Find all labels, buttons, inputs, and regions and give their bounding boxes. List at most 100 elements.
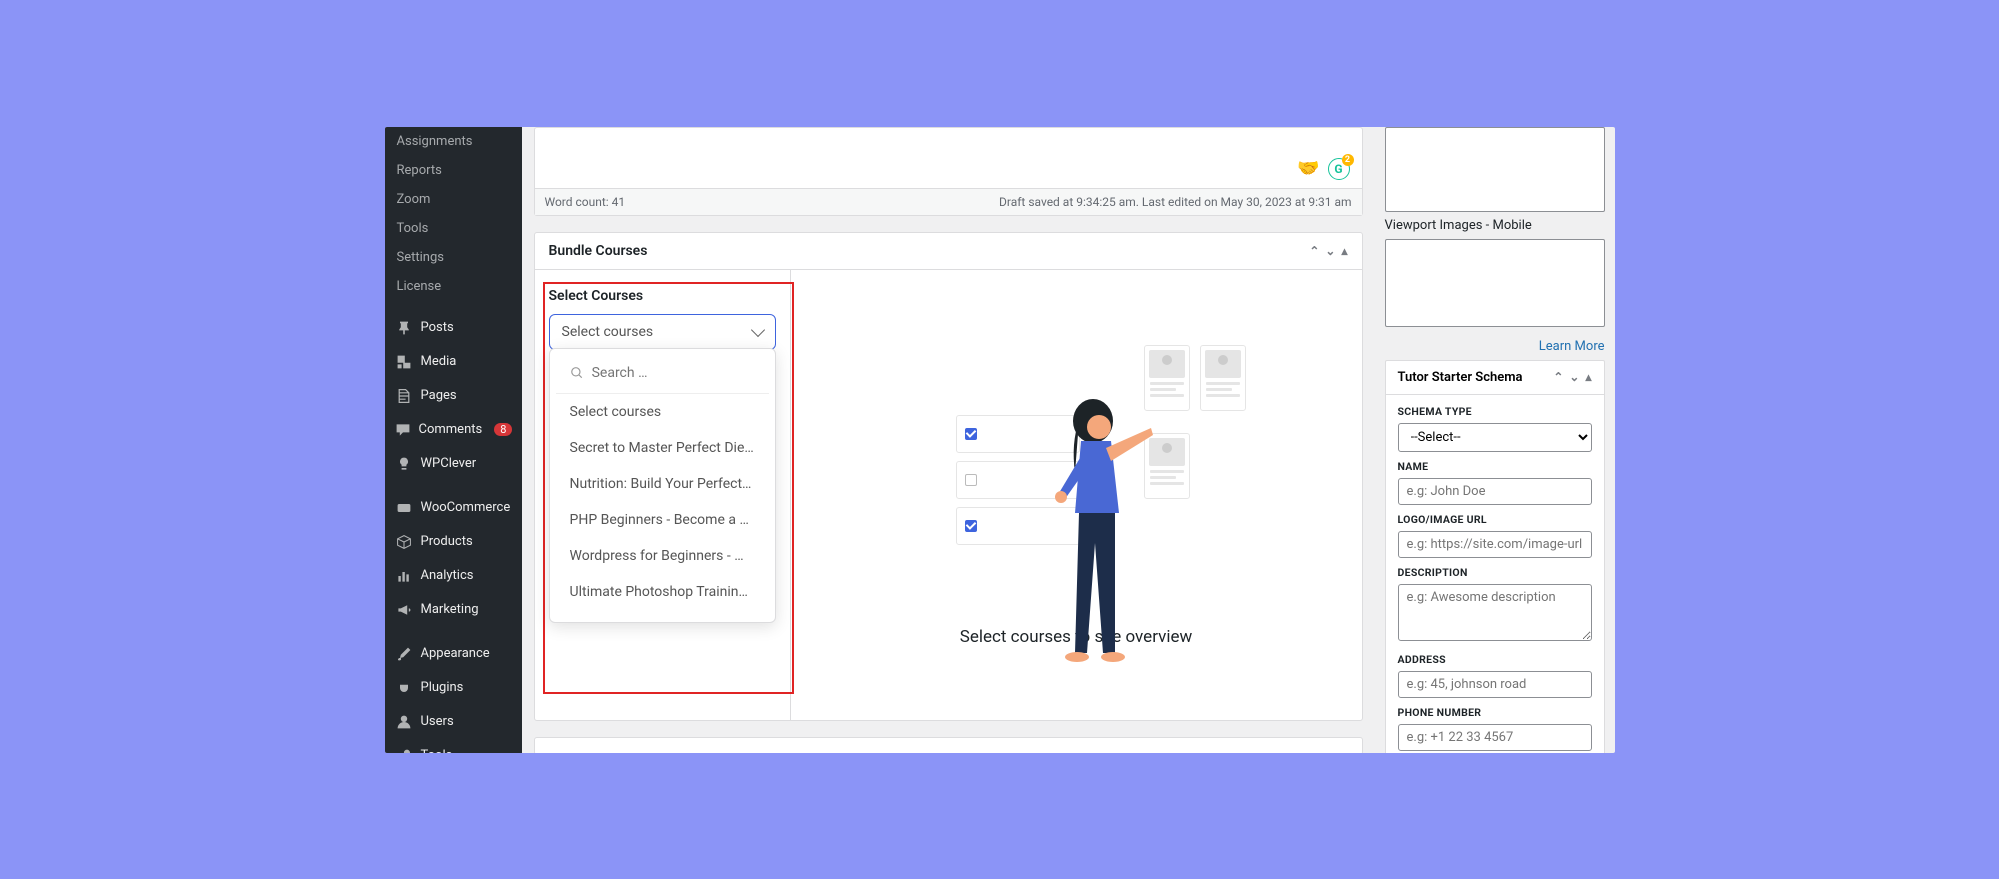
overview-preview: Select courses to see overview: [791, 270, 1362, 720]
sidebar-item-label: Tools: [421, 748, 453, 753]
sidebar-item-label: WPClever: [421, 456, 477, 471]
logo-label: LOGO/IMAGE URL: [1398, 513, 1592, 526]
panel-up-icon[interactable]: ⌃: [1309, 244, 1319, 258]
mega-icon: [395, 601, 413, 619]
course-option-5[interactable]: Ultimate Photoshop Training: Fro…: [550, 574, 775, 610]
bars-icon: [395, 567, 413, 585]
sidebar-subitem-zoom[interactable]: Zoom: [385, 185, 522, 214]
sidebar-item-label: WooCommerce: [421, 500, 511, 515]
panel-title: Bundle Courses: [549, 243, 648, 259]
course-search-input[interactable]: [592, 361, 755, 385]
desc-label: DESCRIPTION: [1398, 566, 1592, 579]
badge: 8: [494, 423, 512, 436]
panel-controls: ⌃ ⌄ ▴: [1309, 244, 1347, 258]
sidebar-item-woocommerce[interactable]: WooCommerce: [385, 491, 522, 525]
grammarly-icon[interactable]: G: [1328, 158, 1350, 180]
panel-up-icon[interactable]: ⌃: [1553, 370, 1563, 384]
panel-down-icon[interactable]: ⌄: [1325, 244, 1335, 258]
address-label: ADDRESS: [1398, 653, 1592, 666]
brush-icon: [395, 645, 413, 663]
sidebar-subitem-license[interactable]: License: [385, 272, 522, 301]
woo-icon: [395, 499, 413, 517]
sidebar-item-label: Appearance: [421, 646, 490, 661]
comment-icon: [395, 421, 411, 439]
next-panel: [534, 737, 1363, 753]
illustration: [946, 343, 1206, 603]
dropdown-value: Select courses: [562, 324, 654, 340]
sidebar-item-label: Analytics: [421, 568, 474, 583]
sidebar-item-pages[interactable]: Pages: [385, 379, 522, 413]
sidebar-subitem-assignments[interactable]: Assignments: [385, 127, 522, 156]
sidebar-item-comments[interactable]: Comments8: [385, 413, 522, 447]
editor-content-area[interactable]: 🤝 G: [535, 128, 1362, 188]
sidebar-item-plugins[interactable]: Plugins: [385, 671, 522, 705]
course-option-1[interactable]: Secret to Master Perfect Diet & M…: [550, 430, 775, 466]
name-label: NAME: [1398, 460, 1592, 473]
sidebar-item-label: Plugins: [421, 680, 464, 695]
editor-box: 🤝 G Word count: 41 Draft saved at 9:34:2…: [534, 127, 1363, 216]
phone-label: PHONE NUMBER: [1398, 706, 1592, 719]
app-window: AssignmentsReportsZoomToolsSettingsLicen…: [385, 127, 1615, 753]
sidebar-item-posts[interactable]: Posts: [385, 311, 522, 345]
bulb-icon: [395, 455, 413, 473]
logo-input[interactable]: [1398, 531, 1592, 558]
panel-header: Bundle Courses ⌃ ⌄ ▴: [535, 233, 1362, 270]
select-courses-panel: Select Courses Select courses Select cou: [535, 270, 791, 720]
schema-type-label: SCHEMA TYPE: [1398, 405, 1592, 418]
box-icon: [395, 533, 413, 551]
desc-textarea[interactable]: [1398, 584, 1592, 641]
editor-status-bar: Word count: 41 Draft saved at 9:34:25 am…: [535, 188, 1362, 215]
panel-down-icon[interactable]: ⌄: [1569, 370, 1579, 384]
sidebar-subitem-tools[interactable]: Tools: [385, 214, 522, 243]
sidebar-item-appearance[interactable]: Appearance: [385, 637, 522, 671]
sidebar-item-label: Pages: [421, 388, 457, 403]
viewport-desktop-textarea[interactable]: [1385, 127, 1605, 212]
admin-sidebar: AssignmentsReportsZoomToolsSettingsLicen…: [385, 127, 522, 753]
select-courses-dropdown[interactable]: Select courses: [549, 314, 776, 350]
sidebar-item-tools[interactable]: Tools: [385, 739, 522, 753]
media-icon: [395, 353, 413, 371]
schema-type-select[interactable]: --Select--: [1398, 423, 1592, 452]
page-icon: [395, 387, 413, 405]
sidebar-subitem-reports[interactable]: Reports: [385, 156, 522, 185]
sidebar-item-label: Marketing: [421, 602, 479, 617]
plug-icon: [395, 679, 413, 697]
search-icon: [570, 365, 584, 381]
sidebar-subitem-settings[interactable]: Settings: [385, 243, 522, 272]
course-option-2[interactable]: Nutrition: Build Your Perfect Diet …: [550, 466, 775, 502]
select-courses-label: Select Courses: [549, 288, 776, 304]
pin-icon: [395, 319, 413, 337]
schema-title: Tutor Starter Schema: [1398, 370, 1523, 385]
sidebar-item-wpclever[interactable]: WPClever: [385, 447, 522, 481]
bundle-courses-panel: Bundle Courses ⌃ ⌄ ▴ Select Courses Sele…: [534, 232, 1363, 721]
name-input[interactable]: [1398, 478, 1592, 505]
course-option-0[interactable]: Select courses: [550, 394, 775, 430]
sidebar-item-label: Products: [421, 534, 473, 549]
draft-status: Draft saved at 9:34:25 am. Last edited o…: [999, 195, 1351, 209]
chevron-down-icon: [750, 323, 764, 337]
sidebar-item-users[interactable]: Users: [385, 705, 522, 739]
sidebar-item-media[interactable]: Media: [385, 345, 522, 379]
panel-collapse-icon[interactable]: ▴: [1341, 244, 1347, 258]
handshake-icon: 🤝: [1297, 158, 1319, 179]
wrench-icon: [395, 747, 413, 753]
course-option-3[interactable]: PHP Beginners - Become a PHP …: [550, 502, 775, 538]
sidebar-item-label: Users: [421, 714, 454, 729]
dropdown-menu: Select coursesSecret to Master Perfect D…: [549, 348, 776, 623]
right-sidebar: Viewport Images - Mobile Learn More Tuto…: [1375, 127, 1615, 753]
schema-metabox: Tutor Starter Schema ⌃ ⌄ ▴ SCHEMA TYPE -…: [1385, 360, 1605, 753]
sidebar-item-label: Posts: [421, 320, 454, 335]
learn-more-link[interactable]: Learn More: [1385, 333, 1605, 360]
sidebar-item-analytics[interactable]: Analytics: [385, 559, 522, 593]
phone-input[interactable]: [1398, 724, 1592, 751]
sidebar-item-products[interactable]: Products: [385, 525, 522, 559]
viewport-mobile-textarea[interactable]: [1385, 239, 1605, 327]
sidebar-item-label: Media: [421, 354, 457, 369]
panel-collapse-icon[interactable]: ▴: [1585, 370, 1591, 384]
course-option-4[interactable]: Wordpress for Beginners - Master…: [550, 538, 775, 574]
user-icon: [395, 713, 413, 731]
address-input[interactable]: [1398, 671, 1592, 698]
sidebar-item-marketing[interactable]: Marketing: [385, 593, 522, 627]
word-count: Word count: 41: [545, 195, 626, 209]
viewport-mobile-label: Viewport Images - Mobile: [1385, 218, 1605, 233]
